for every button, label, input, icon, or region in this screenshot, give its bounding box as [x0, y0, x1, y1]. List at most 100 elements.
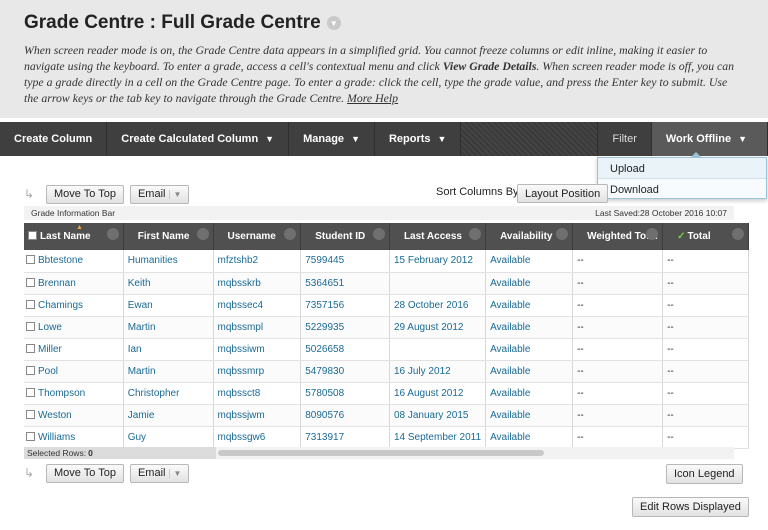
more-help-link[interactable]: More Help [347, 91, 398, 105]
first-name-cell[interactable]: Keith [123, 272, 214, 295]
availability-cell[interactable]: Available [485, 382, 574, 405]
work-offline-menu[interactable]: Work Offline ▼ [651, 122, 768, 156]
first-name-cell[interactable]: Humanities [123, 250, 214, 273]
first-name-cell[interactable]: Jamie [123, 404, 214, 427]
move-to-top-button-bottom[interactable]: Move To Top [46, 463, 124, 483]
row-select-checkbox[interactable] [26, 321, 35, 331]
column-header-total[interactable]: ✓ Total [662, 223, 749, 250]
username-cell[interactable]: mqbssgw6 [213, 426, 302, 449]
column-menu-icon[interactable] [372, 228, 385, 240]
column-menu-icon[interactable] [284, 228, 297, 240]
student-id-cell[interactable]: 5026658 [300, 338, 390, 361]
availability-cell[interactable]: Available [485, 426, 574, 449]
username-cell[interactable]: mqbssec4 [213, 294, 302, 317]
horizontal-scrollbar[interactable] [216, 447, 734, 459]
weighted-total-cell[interactable]: -- [572, 360, 664, 383]
first-name-cell[interactable]: Christopher [123, 382, 214, 405]
weighted-total-cell[interactable]: -- [572, 426, 664, 449]
first-name-cell[interactable]: Guy [123, 426, 214, 449]
username-cell[interactable]: mfztshb2 [213, 250, 302, 273]
student-id-cell[interactable]: 5780508 [300, 382, 390, 405]
availability-cell[interactable]: Available [485, 338, 574, 361]
weighted-total-cell[interactable]: -- [572, 272, 664, 295]
icon-legend-button[interactable]: Icon Legend [666, 464, 743, 484]
last-name-cell[interactable]: Miller [24, 338, 124, 361]
manage-menu[interactable]: Manage ▼ [289, 122, 375, 156]
create-column-button[interactable]: Create Column [0, 122, 108, 156]
last-access-cell[interactable]: 08 January 2015 [389, 404, 487, 427]
last-name-cell[interactable]: Lowe [24, 316, 124, 339]
username-cell[interactable]: mqbssct8 [213, 382, 302, 405]
column-header-student-id[interactable]: Student ID [300, 223, 390, 250]
last-access-cell[interactable] [389, 338, 487, 361]
total-cell[interactable]: -- [662, 316, 749, 339]
email-menu-button-bottom[interactable]: Email ▼ [129, 463, 190, 483]
row-select-checkbox[interactable] [26, 365, 35, 375]
availability-cell[interactable]: Available [485, 250, 574, 273]
filter-button[interactable]: Filter [597, 122, 652, 156]
column-menu-icon[interactable] [469, 228, 482, 240]
student-id-cell[interactable]: 7357156 [300, 294, 390, 317]
username-cell[interactable]: mqbsskrb [213, 272, 302, 295]
username-cell[interactable]: mqbssmpl [213, 316, 302, 339]
column-header-last-access[interactable]: Last Access [389, 223, 487, 250]
select-all-checkbox[interactable] [28, 231, 37, 240]
last-access-cell[interactable] [389, 272, 487, 295]
row-select-checkbox[interactable] [26, 409, 35, 419]
last-access-cell[interactable]: 29 August 2012 [389, 316, 487, 339]
username-cell[interactable]: mqbssiwm [213, 338, 302, 361]
row-select-checkbox[interactable] [26, 431, 35, 441]
first-name-cell[interactable]: Ian [123, 338, 214, 361]
last-access-cell[interactable]: 16 August 2012 [389, 382, 487, 405]
total-cell[interactable]: -- [662, 250, 749, 273]
reports-menu[interactable]: Reports ▼ [375, 122, 462, 156]
edit-rows-displayed-button[interactable]: Edit Rows Displayed [632, 497, 749, 517]
move-to-top-button[interactable]: Move To Top [46, 184, 124, 204]
availability-cell[interactable]: Available [485, 404, 574, 427]
availability-cell[interactable]: Available [485, 294, 574, 317]
total-cell[interactable]: -- [662, 272, 749, 295]
column-menu-icon[interactable] [556, 228, 569, 240]
last-name-cell[interactable]: Brennan [24, 272, 124, 295]
username-cell[interactable]: mqbssmrp [213, 360, 302, 383]
last-name-cell[interactable]: Thompson [24, 382, 124, 405]
column-header-username[interactable]: Username [213, 223, 302, 250]
scrollbar-thumb[interactable] [218, 450, 544, 456]
total-cell[interactable]: -- [662, 426, 749, 449]
weighted-total-cell[interactable]: -- [572, 382, 664, 405]
availability-cell[interactable]: Available [485, 316, 574, 339]
total-cell[interactable]: -- [662, 360, 749, 383]
weighted-total-cell[interactable]: -- [572, 294, 664, 317]
last-name-cell[interactable]: Williams [24, 426, 124, 449]
column-menu-icon[interactable] [106, 228, 119, 240]
last-access-cell[interactable]: 16 July 2012 [389, 360, 487, 383]
last-name-cell[interactable]: Bbtestone [24, 250, 124, 273]
column-header-first-name[interactable]: First Name [123, 223, 214, 250]
total-cell[interactable]: -- [662, 404, 749, 427]
upload-menu-item[interactable]: Upload [598, 158, 766, 178]
first-name-cell[interactable]: Ewan [123, 294, 214, 317]
last-access-cell[interactable]: 14 September 2011 [389, 426, 487, 449]
title-menu-chevron-icon[interactable]: ▼ [326, 16, 341, 30]
username-cell[interactable]: mqbssjwm [213, 404, 302, 427]
row-select-checkbox[interactable] [26, 299, 35, 309]
sort-columns-select[interactable]: Layout Position [517, 184, 609, 203]
column-header-weighted-total[interactable]: Weighted Total [572, 223, 664, 250]
column-menu-icon[interactable] [196, 228, 209, 240]
student-id-cell[interactable]: 8090576 [300, 404, 390, 427]
last-access-cell[interactable]: 28 October 2016 [389, 294, 487, 317]
student-id-cell[interactable]: 7313917 [300, 426, 390, 449]
weighted-total-cell[interactable]: -- [572, 250, 664, 273]
column-menu-icon[interactable] [646, 228, 659, 240]
student-id-cell[interactable]: 5479830 [300, 360, 390, 383]
total-cell[interactable]: -- [662, 382, 749, 405]
weighted-total-cell[interactable]: -- [572, 338, 664, 361]
row-select-checkbox[interactable] [26, 277, 35, 287]
last-name-cell[interactable]: Chamings [24, 294, 124, 317]
student-id-cell[interactable]: 5364651 [300, 272, 390, 295]
last-name-cell[interactable]: Pool [24, 360, 124, 383]
column-header-availability[interactable]: Availability [485, 223, 574, 250]
row-select-checkbox[interactable] [26, 255, 35, 265]
create-calculated-column-menu[interactable]: Create Calculated Column ▼ [107, 122, 290, 156]
student-id-cell[interactable]: 5229935 [300, 316, 390, 339]
